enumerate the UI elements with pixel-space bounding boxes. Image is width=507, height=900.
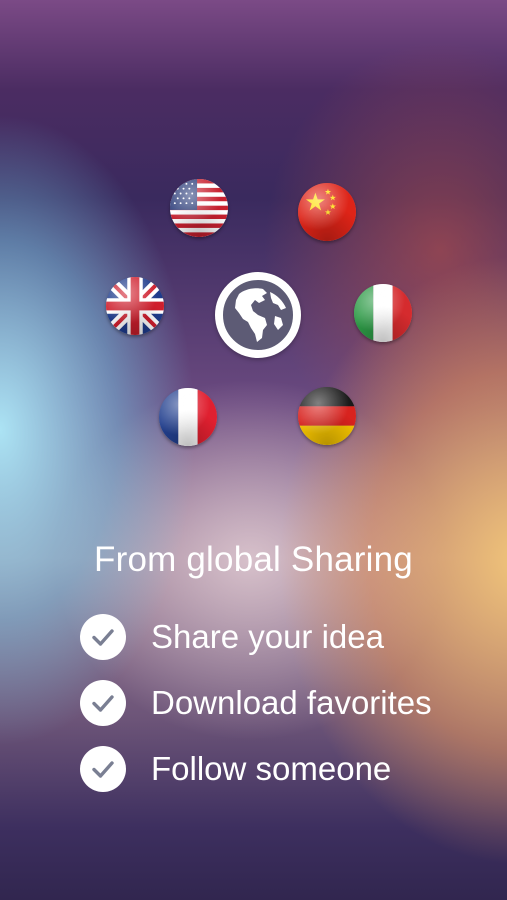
usa-flag-icon: [170, 179, 228, 237]
feature-label: Share your idea: [151, 618, 384, 655]
feature-label: Download favorites: [151, 684, 432, 721]
feature-item-share: Share your idea: [80, 614, 384, 660]
headline: From global Sharing: [94, 540, 413, 579]
feature-label: Follow someone: [151, 750, 392, 787]
germany-flag-icon: [298, 387, 356, 445]
feature-item-follow: Follow someone: [80, 746, 391, 792]
uk-flag-icon: [106, 277, 164, 335]
checkmark-icon: [80, 680, 126, 726]
china-flag-icon: [298, 183, 356, 241]
france-flag-icon: [159, 388, 217, 446]
italy-flag-icon: [354, 284, 412, 342]
feature-item-download: Download favorites: [80, 680, 432, 726]
checkmark-icon: [80, 746, 126, 792]
globe-icon: [215, 272, 301, 358]
checkmark-icon: [80, 614, 126, 660]
